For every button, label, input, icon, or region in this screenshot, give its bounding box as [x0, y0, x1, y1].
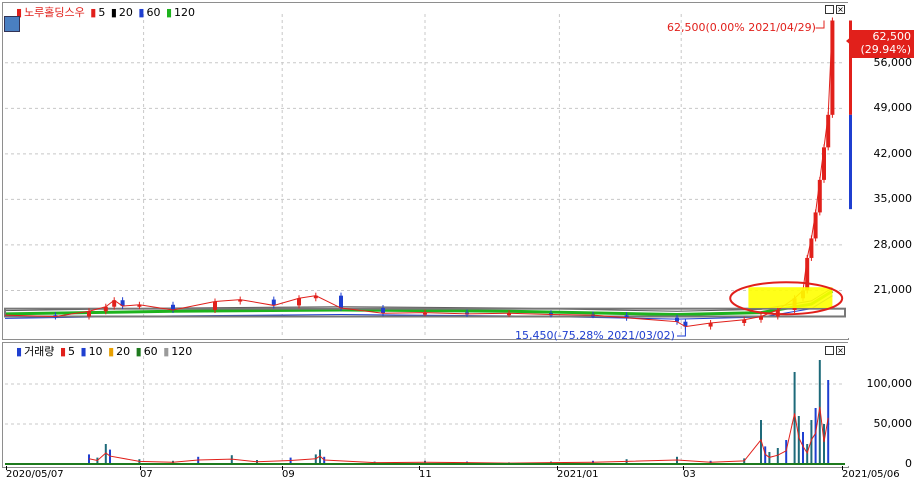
- current-price-badge: 62,500 (29.94%): [851, 30, 914, 58]
- x-tick-label: 2021/01: [557, 469, 599, 480]
- legend-vma10[interactable]: 10: [89, 345, 103, 358]
- x-tick-label: 03: [683, 469, 696, 480]
- volume-bar: [768, 452, 771, 464]
- volume-bar: [785, 440, 788, 464]
- candle-body: [381, 308, 385, 314]
- volume-bar: [776, 448, 779, 464]
- legend-ma60[interactable]: 60: [146, 6, 160, 19]
- candle-body: [87, 311, 91, 317]
- chart-canvas: [4, 14, 852, 465]
- x-tick-label: 09: [282, 469, 295, 480]
- x-tick-mark: [419, 466, 420, 470]
- volume-legend-title: 거래량: [24, 345, 55, 358]
- price-legend-title: 노루홀딩스우: [24, 6, 85, 19]
- volume-legend: ▮ 거래량 ▮ 5 ▮ 10 ▮ 20 ▮ 60 ▮ 120: [16, 345, 193, 358]
- chart-settings-icon[interactable]: [4, 16, 20, 32]
- high-annotation: 62,500(0.00% 2021/04/29): [667, 21, 816, 34]
- price-pane-close-button[interactable]: ×: [836, 5, 845, 14]
- x-tick-mark: [557, 466, 558, 470]
- volume-tick-label: 100,000: [866, 377, 913, 390]
- candle-body: [830, 20, 835, 115]
- candle-body: [826, 114, 831, 148]
- x-tick-label: 11: [419, 469, 432, 480]
- price-tick-label: 49,000: [873, 101, 913, 115]
- x-tick-label: 2021/05/06: [842, 469, 900, 480]
- price-tick-label: 56,000: [873, 55, 913, 69]
- x-tick-mark: [140, 466, 141, 470]
- x-tick-mark: [6, 466, 7, 470]
- volume-tick-label: 50,000: [873, 417, 913, 430]
- price-tick-label: 28,000: [873, 237, 913, 251]
- volume-bar: [823, 424, 825, 464]
- legend-vma120[interactable]: 120: [171, 345, 192, 358]
- x-tick-mark: [282, 466, 283, 470]
- candle-body: [809, 238, 814, 258]
- legend-vma5[interactable]: 5: [68, 345, 75, 358]
- legend-ma120[interactable]: 120: [174, 6, 195, 19]
- volume-pane-maximize-button[interactable]: [825, 346, 834, 355]
- current-price-change: (29.94%): [860, 43, 911, 56]
- price-tick-label: 21,000: [873, 283, 913, 297]
- highlight-box: [748, 287, 833, 309]
- candle-body: [297, 298, 301, 306]
- x-tick-label: 2020/05/07: [6, 469, 64, 480]
- current-price-value: 62,500: [872, 30, 912, 43]
- candle-body: [817, 179, 822, 213]
- candle-body: [213, 301, 217, 310]
- price-tick-label: 35,000: [873, 192, 913, 206]
- candle-body: [805, 257, 810, 291]
- candle-body: [822, 147, 826, 180]
- x-tick-mark: [683, 466, 684, 470]
- price-pane-maximize-button[interactable]: [825, 5, 834, 14]
- volume-bar: [109, 449, 111, 464]
- volume-bar: [814, 408, 817, 464]
- x-tick-mark: [842, 466, 843, 470]
- volume-bar: [806, 444, 809, 464]
- volume-pane-close-button[interactable]: ×: [836, 346, 845, 355]
- high-pointer: [815, 20, 825, 29]
- price-legend: ▮ 노루홀딩스우 ▮ 5 ▮ 20 ▮ 60 ▮ 120: [16, 6, 196, 19]
- legend-vma20[interactable]: 20: [116, 345, 130, 358]
- candle-body: [813, 212, 818, 239]
- price-tick-label: 42,000: [873, 146, 913, 160]
- legend-ma5[interactable]: 5: [98, 6, 105, 19]
- volume-ma-line: [88, 406, 829, 464]
- x-tick-label: 07: [140, 469, 153, 480]
- legend-ma20[interactable]: 20: [119, 6, 133, 19]
- price-line: [4, 20, 833, 328]
- candle-body: [339, 295, 343, 309]
- legend-vma60[interactable]: 60: [144, 345, 158, 358]
- low-annotation: 15,450(-75.28% 2021/03/02): [515, 329, 675, 342]
